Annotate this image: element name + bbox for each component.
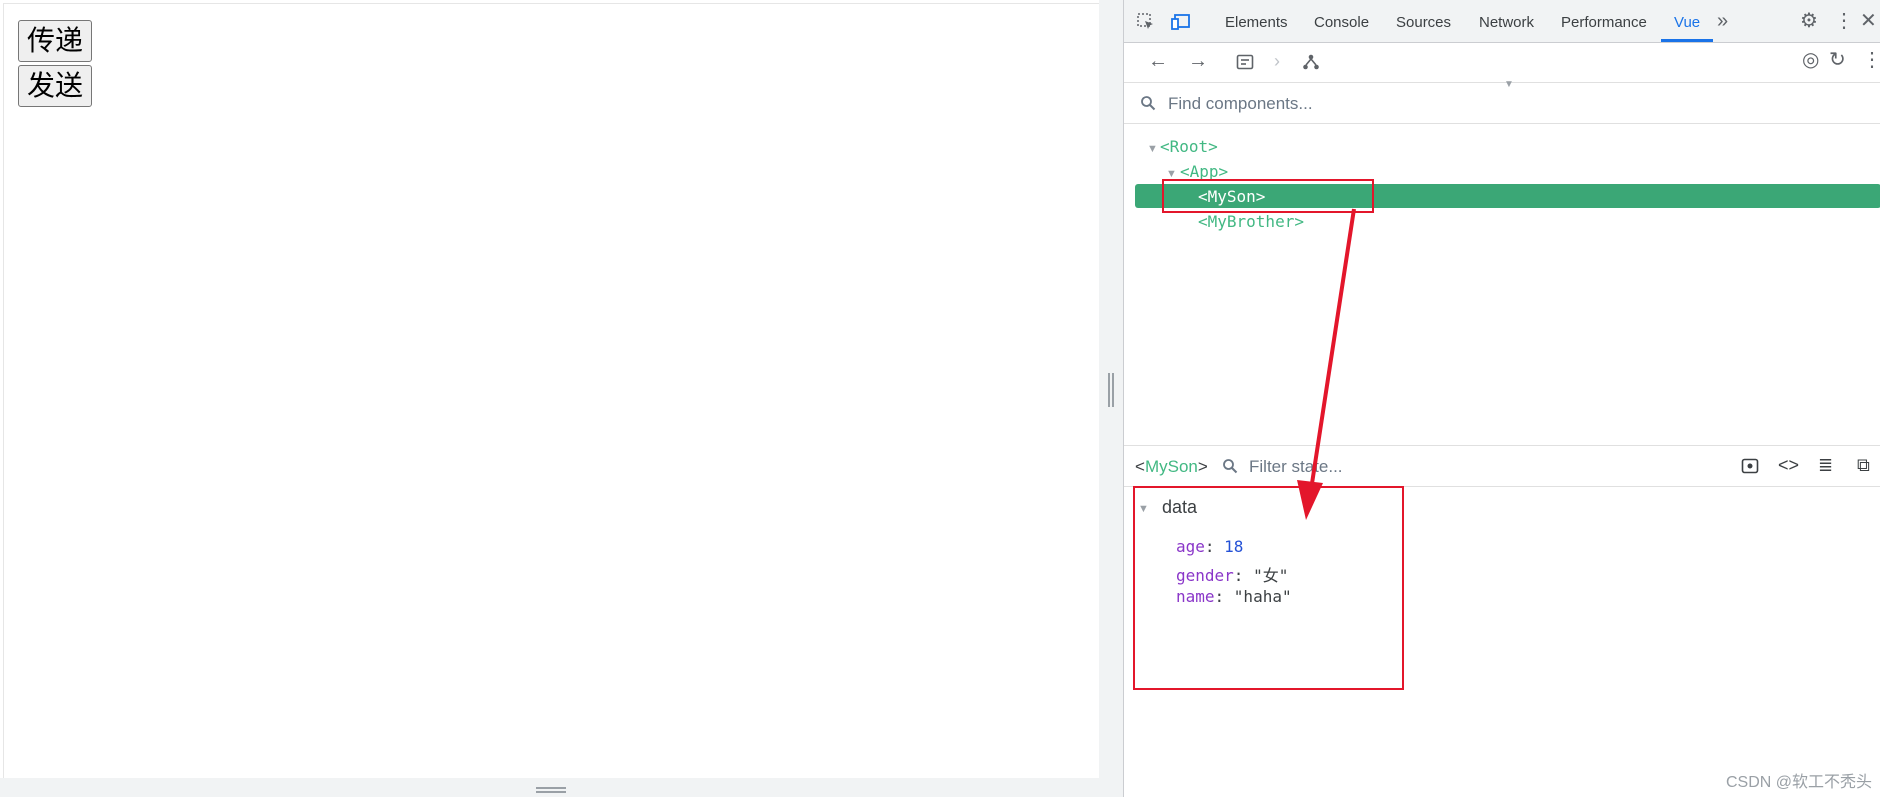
annotation-arrow (1297, 208, 1356, 520)
csdn-watermark: CSDN @软工不秃头 (1725, 774, 1872, 791)
